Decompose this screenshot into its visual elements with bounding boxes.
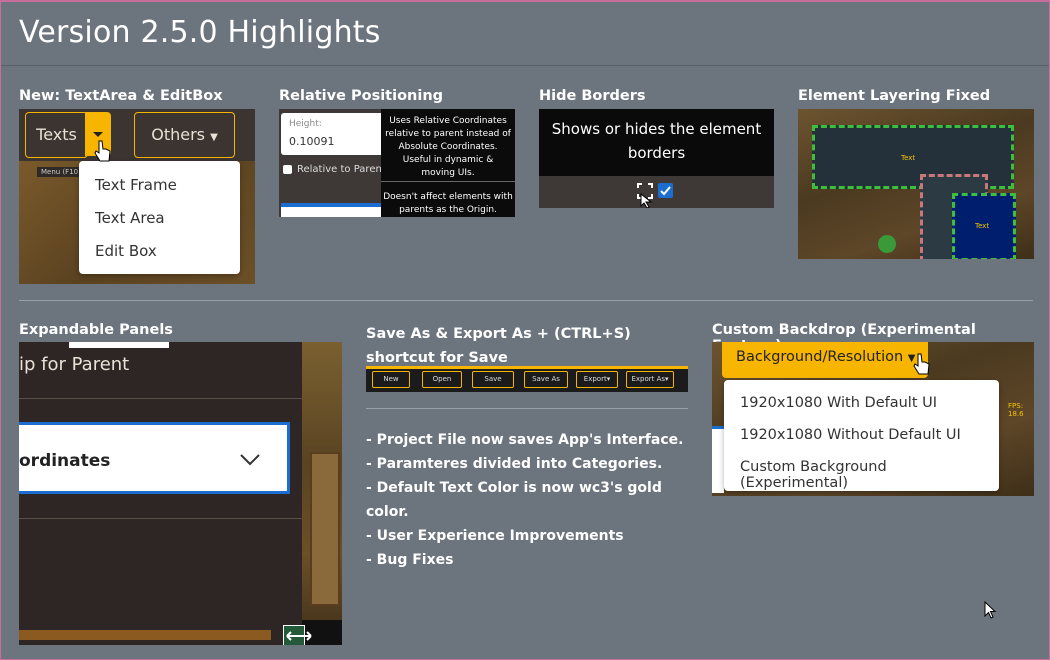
borders-tooltip: Shows or hides the element borders — [551, 120, 762, 162]
toolbar-save-button[interactable]: Save — [472, 371, 514, 388]
highlights-frame: Version 2.5.0 Highlights New: TextArea &… — [0, 0, 1050, 660]
relative-positioning-screenshot: Height: 0.10091 Relative to Parent Uses … — [279, 109, 515, 217]
section-label-textarea: New: TextArea & EditBox — [19, 88, 223, 104]
section-label-layering: Element Layering Fixed — [798, 88, 991, 104]
tooltip-text: Uses Relative Coordinates relative to pa… — [385, 116, 511, 178]
borders-checkbox[interactable] — [658, 183, 673, 198]
resolution-dropdown-menu: 1920x1080 With Default UI 1920x1080 With… — [724, 380, 999, 491]
toolbar-save-as-button[interactable]: Save As — [524, 371, 568, 388]
layer-frame-blue: Text — [952, 193, 1016, 259]
texts-button[interactable]: Texts — [25, 112, 88, 158]
save-divider — [366, 408, 688, 409]
changelog-list: - Project File now saves App's Interface… — [366, 428, 686, 572]
layer-text-2: Text — [975, 222, 990, 230]
section-label-relative: Relative Positioning — [279, 88, 444, 104]
menu-item-custom-background[interactable]: Custom Background (Experimental) — [740, 459, 999, 491]
tooltip-divider — [381, 181, 515, 182]
panel-divider — [19, 398, 302, 399]
menu-item-text-area[interactable]: Text Area — [95, 209, 165, 227]
relative-to-parent-checkbox[interactable] — [283, 165, 292, 174]
tooltip-edge — [69, 342, 169, 348]
toolbar-export-as-button[interactable]: Export As▾ — [626, 371, 674, 388]
background-resolution-label: Background/Resolution — [736, 349, 904, 365]
changelog-item: - Default Text Color is now wc3's gold c… — [366, 480, 667, 520]
layer-text-1: Text — [901, 154, 916, 162]
others-label: Others — [151, 125, 205, 144]
section-label-panels: Expandable Panels — [19, 322, 173, 338]
texts-dropdown-menu: Text Frame Text Area Edit Box — [79, 161, 240, 274]
toolbar-new-button[interactable]: New — [372, 371, 410, 388]
pointer-cursor-icon — [640, 193, 653, 208]
panel-title: ordinates — [19, 451, 111, 471]
export-as-label: Export As — [631, 375, 666, 383]
layering-screenshot: Text Text — [798, 109, 1034, 259]
height-field[interactable]: Height: 0.10091 — [281, 113, 389, 155]
toolbar-export-button[interactable]: Export▾ — [576, 371, 618, 388]
mouse-cursor-icon — [984, 601, 997, 619]
panel-tooltip-text: ip for Parent — [19, 354, 130, 375]
backdrop-screenshot: Background/Resolution ▼ FPS: 18.6 1920x1… — [712, 342, 1034, 496]
hide-borders-screenshot: Shows or hides the element borders — [539, 109, 774, 208]
fps-readout: FPS: 18.6 — [1008, 402, 1024, 418]
relative-tooltip: Uses Relative Coordinates relative to pa… — [381, 109, 515, 217]
hand-cursor-icon — [94, 140, 111, 162]
page-title: Version 2.5.0 Highlights — [19, 15, 381, 50]
expandable-panels-screenshot: ip for Parent ordinates — [19, 342, 342, 645]
blue-panel-edge — [712, 426, 724, 493]
save-toolbar-screenshot: New Open Save Save As Export▾ Export As▾ — [366, 366, 688, 392]
others-button[interactable]: Others ▼ — [134, 112, 235, 158]
relative-to-parent-label: Relative to Parent — [297, 164, 386, 175]
progress-strip — [19, 630, 271, 640]
height-field-label: Height: — [289, 119, 322, 129]
toolbar-top-edge — [366, 366, 688, 369]
hand-cursor-icon — [913, 353, 930, 375]
blue-panel — [281, 203, 381, 217]
menu-item-text-frame[interactable]: Text Frame — [95, 176, 177, 194]
unit-sprite — [878, 235, 896, 253]
panel-header[interactable]: ordinates — [19, 422, 290, 494]
textarea-screenshot: Menu (F10) Texts Others ▼ Text Frame Tex… — [19, 109, 255, 284]
section-label-save: Save As & Export As + (CTRL+S) shortcut … — [366, 326, 631, 366]
borders-toolbar — [539, 176, 774, 208]
terrain-strip — [302, 342, 342, 645]
height-field-value: 0.10091 — [289, 135, 335, 148]
panel-divider-2 — [19, 518, 302, 519]
frame-edge — [310, 452, 340, 606]
section-label-borders: Hide Borders — [539, 88, 646, 104]
check-icon — [660, 186, 671, 196]
changelog-item: - User Experience Improvements — [366, 528, 624, 544]
chevron-down-icon[interactable] — [239, 453, 261, 467]
changelog-item: - Bug Fixes — [366, 552, 454, 568]
caret-down-icon: ▼ — [210, 132, 218, 143]
tooltip-text-2: Doesn't affect elements with parents as … — [383, 192, 513, 215]
toolbar-open-button[interactable]: Open — [422, 371, 462, 388]
changelog-item: - Paramteres divided into Categories. — [366, 456, 663, 472]
background-resolution-button[interactable]: Background/Resolution ▼ — [722, 342, 928, 378]
export-label: Export — [583, 375, 607, 383]
changelog-item: - Project File now saves App's Interface… — [366, 432, 684, 448]
menu-item-with-default-ui[interactable]: 1920x1080 With Default UI — [740, 395, 937, 411]
section-divider — [19, 300, 1033, 301]
resize-handle[interactable] — [283, 625, 312, 645]
menu-item-without-default-ui[interactable]: 1920x1080 Without Default UI — [740, 427, 961, 443]
resize-arrow-icon — [286, 631, 312, 641]
menu-item-edit-box[interactable]: Edit Box — [95, 242, 157, 260]
header: Version 2.5.0 Highlights — [1, 2, 1049, 66]
